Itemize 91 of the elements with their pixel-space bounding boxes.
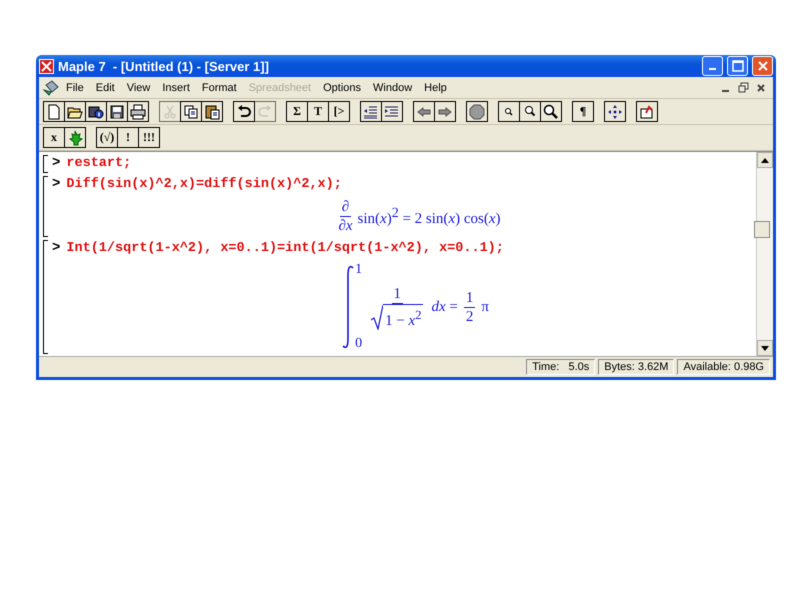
print-icon [130, 104, 146, 120]
menu-item[interactable]: File [61, 80, 89, 94]
indent-icon [384, 104, 400, 120]
maximize-icon [732, 60, 744, 72]
toolbar-button[interactable] [413, 101, 435, 122]
toolbar-button[interactable] [201, 101, 223, 122]
math-text: 1 [464, 288, 476, 308]
app-logo-icon [39, 58, 54, 74]
input-line[interactable]: Diff(sin(x)^2,x)=diff(sin(x)^2,x); [66, 177, 342, 192]
math-text: 1 [355, 262, 362, 278]
toolbar-button[interactable] [85, 101, 107, 122]
toolbar-button[interactable] [636, 101, 658, 122]
input-line[interactable]: Int(1/sqrt(1-x^2), x=0..1)=int(1/sqrt(1-x^2), x=0..1); [66, 241, 504, 256]
toolbar-button[interactable]: x [43, 127, 65, 148]
math-text: 2 [464, 308, 474, 326]
magnifier-icon [543, 104, 559, 120]
math-text: ∂ [340, 198, 352, 217]
math-text: ∂x [337, 217, 354, 235]
toolbar-button[interactable] [434, 101, 456, 122]
math-text: 1 [392, 284, 403, 304]
export-icon [639, 104, 655, 120]
toolbar-button[interactable] [498, 101, 520, 122]
toolbar-button[interactable] [233, 101, 255, 122]
close-icon [756, 82, 766, 92]
toolbar-button[interactable] [64, 101, 86, 122]
stop-sign-icon [469, 104, 485, 120]
status-field: Available: 0.98G [677, 359, 770, 375]
close-icon [756, 60, 768, 72]
prompt: > [52, 176, 60, 192]
maximize-button[interactable] [727, 56, 748, 76]
math-text: 1 − x$^{2}$ [383, 304, 424, 330]
restore-icon [738, 82, 748, 93]
menu-item[interactable]: Window [368, 80, 418, 94]
menu-item[interactable]: Format [196, 80, 242, 94]
group-bracket [43, 155, 48, 173]
toolbar-button[interactable]: ¶ [572, 101, 594, 122]
toolbar-button[interactable]: !!! [138, 127, 160, 148]
menu-item[interactable]: Options [318, 80, 366, 94]
toolbar-button[interactable] [360, 101, 382, 122]
math-text: π [481, 298, 489, 316]
radical-sign [371, 304, 384, 330]
toolbar-button[interactable] [381, 101, 403, 122]
outdent-icon [363, 104, 379, 120]
minimize-icon [709, 68, 716, 70]
status-field: Bytes: 3.62M [598, 359, 674, 375]
toolbar-button[interactable] [106, 101, 128, 122]
prompt: > [52, 155, 60, 171]
down-arrow-icon [761, 346, 769, 350]
window-title: Maple 7 - [Untitled (1) - [Server 1]] [58, 58, 270, 74]
minimize-button[interactable] [702, 56, 723, 76]
scroll-down-button[interactable] [757, 340, 773, 356]
toolbar-button[interactable]: (√) [96, 127, 118, 148]
toolbar-button[interactable] [127, 101, 149, 122]
toolbar-button[interactable] [519, 101, 541, 122]
math-text: 0 [355, 336, 362, 352]
scroll-up-button[interactable] [757, 152, 773, 168]
toolbar-button[interactable]: T [307, 101, 329, 122]
toolbar-button[interactable] [180, 101, 202, 122]
scroll-thumb[interactable] [754, 221, 770, 238]
minimize-icon [722, 90, 728, 92]
status-field: Time: 5.0s [526, 359, 596, 375]
menu-item[interactable]: View [122, 80, 156, 94]
toolbar-button[interactable]: ! [117, 127, 139, 148]
scrollbar[interactable] [756, 152, 773, 356]
menu-item[interactable]: Help [419, 80, 452, 94]
toolbar-button[interactable] [604, 101, 626, 122]
up-arrow-icon [761, 158, 769, 162]
menu-item[interactable]: Edit [90, 80, 120, 94]
scissors-icon [162, 104, 178, 120]
toolbar-button[interactable] [64, 127, 86, 148]
input-line[interactable]: restart; [66, 156, 132, 171]
redo-icon [257, 104, 273, 120]
toolbar-button[interactable] [466, 101, 488, 122]
toolbar-button[interactable] [540, 101, 562, 122]
group-bracket [43, 176, 48, 237]
math-text: dx = [431, 298, 458, 316]
toolbar-button[interactable] [43, 101, 65, 122]
undo-icon [236, 104, 252, 120]
save-icon [109, 104, 125, 120]
paste-icon [204, 104, 220, 120]
document-icon [43, 80, 59, 96]
disk-info-icon [88, 104, 104, 120]
menu-item[interactable]: Insert [157, 80, 195, 94]
maple-leaf-icon [67, 130, 83, 146]
four-way-arrows-icon [607, 104, 623, 120]
toolbar-button[interactable]: [> [328, 101, 350, 122]
close-button[interactable] [752, 56, 773, 76]
prompt: > [52, 240, 60, 256]
toolbar-button[interactable]: Σ [286, 101, 308, 122]
copy-icon [183, 104, 199, 120]
new-document-icon [46, 104, 62, 120]
